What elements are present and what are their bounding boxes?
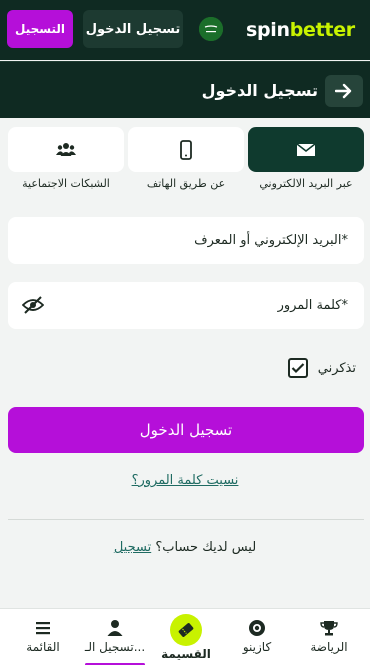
logo[interactable]: spinbetter: [246, 15, 355, 45]
menu-icon: [36, 622, 50, 635]
nav-menu-label: القائمة: [26, 640, 60, 654]
top-bar: spinbetter تسجيل الدخول التسجيل: [0, 0, 370, 60]
nav-coupon-label: القسيمة: [161, 647, 211, 661]
tab-email[interactable]: [248, 127, 364, 172]
nav-login[interactable]: تسجيل الـ...: [78, 609, 152, 665]
arrow-right-icon: [335, 83, 352, 99]
divider: [8, 519, 364, 520]
page-title: تسجيل الدخول: [201, 81, 318, 100]
password-field[interactable]: كلمة المرور*: [8, 282, 364, 329]
tab-phone-label: عن طريق الهاتف: [146, 177, 226, 190]
nav-sports[interactable]: الرياضة: [292, 609, 366, 665]
nav-login-label: تسجيل الـ...: [84, 640, 146, 654]
remember-checkbox[interactable]: [287, 358, 308, 378]
page-header: تسجيل الدخول: [0, 61, 370, 118]
language-flag-icon[interactable]: [199, 17, 223, 41]
ticket-icon: [178, 623, 194, 637]
logo-better: better: [289, 19, 355, 41]
no-account-text: ليس لديك حساب؟: [155, 540, 257, 555]
checkmark-icon: [291, 363, 305, 374]
users-icon: [56, 142, 76, 156]
remember-me: تذكرني: [287, 358, 356, 378]
tab-social-label: الشبكات الاجتماعية: [22, 177, 110, 190]
tab-social[interactable]: [8, 127, 124, 172]
login-submit-button[interactable]: تسجيل الدخول: [8, 407, 364, 453]
envelope-icon: [296, 142, 316, 156]
bottom-nav: الرياضة كازينو القسيمة تسجيل الـ... القا…: [0, 608, 370, 665]
nav-casino[interactable]: كازينو: [220, 609, 294, 665]
header-register-button[interactable]: التسجيل: [7, 10, 73, 48]
eye-slash-icon[interactable]: [22, 295, 44, 315]
no-account-row: ليس لديك حساب؟ تسجيل: [0, 540, 370, 555]
user-icon: [107, 620, 123, 636]
casino-chip-icon: [249, 620, 265, 636]
nav-coupon[interactable]: [170, 614, 202, 646]
email-field[interactable]: البريد الإلكتروني أو المعرف*: [8, 217, 364, 264]
tab-email-label: عبر البريد الالكتروني: [259, 177, 353, 190]
logo-spin: spin: [246, 19, 290, 41]
remember-label: تذكرني: [317, 360, 356, 376]
header-login-button[interactable]: تسجيل الدخول: [83, 10, 183, 48]
password-field-label: كلمة المرور*: [277, 298, 348, 313]
email-field-label: البريد الإلكتروني أو المعرف*: [194, 233, 348, 248]
trophy-icon: [320, 621, 338, 636]
register-link[interactable]: تسجيل: [114, 540, 151, 555]
nav-sports-label: الرياضة: [310, 640, 348, 654]
tab-phone[interactable]: [128, 127, 244, 172]
nav-menu[interactable]: القائمة: [6, 609, 80, 665]
nav-casino-label: كازينو: [242, 640, 272, 654]
phone-icon: [180, 139, 192, 160]
back-button[interactable]: [325, 75, 363, 107]
forgot-password-link[interactable]: نسيت كلمة المرور؟: [0, 473, 370, 488]
